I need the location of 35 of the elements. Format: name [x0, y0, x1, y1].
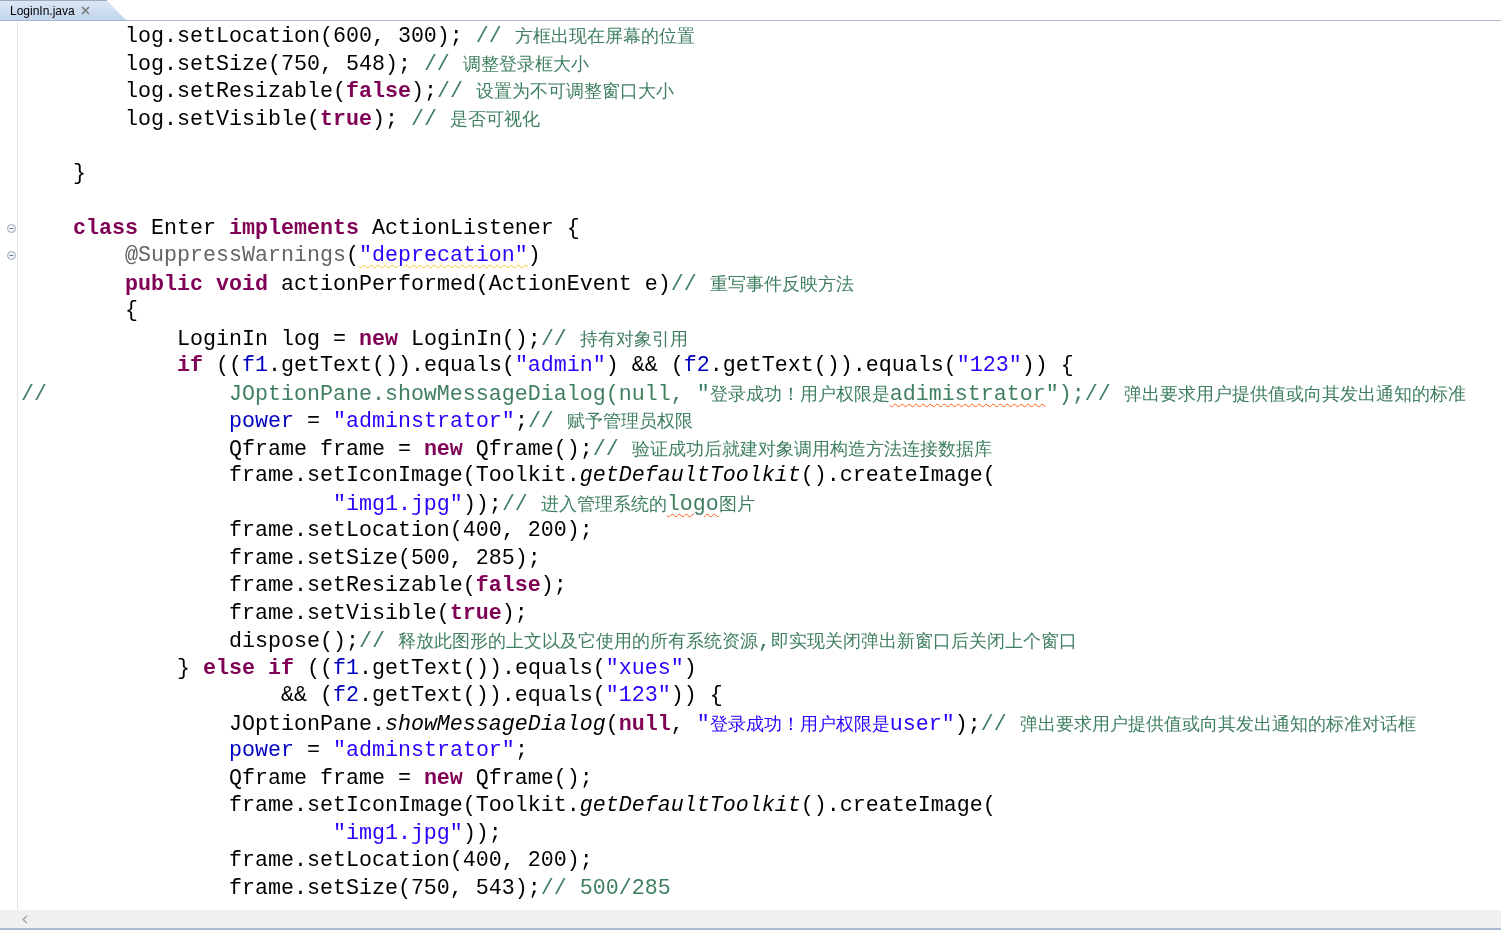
code-line: log.setResizable(false);// 设置为不可调整窗口大小	[123, 78, 674, 105]
code-line: "img1.jpg"));	[331, 819, 502, 847]
code-line: power = "adminstrator";	[227, 737, 528, 765]
code-line: // JOptionPane.showMessageDialog(null, "登录成功！用户权限是adimistrator");// 弹出要求用户提供值或向其发出通知的标准	[21, 380, 1466, 407]
code-line: frame.setLocation(400, 200);	[227, 847, 593, 875]
code-line: public void actionPerformed(ActionEvent e)// 重写事件反映方法	[123, 270, 854, 297]
code-line: frame.setIconImage(Toolkit.getDefaultToolkit().createImage(	[227, 462, 996, 490]
code-line: frame.setVisible(true);	[227, 599, 528, 627]
code-line: frame.setSize(500, 285);	[227, 544, 541, 572]
code-line: frame.setLocation(400, 200);	[227, 517, 593, 545]
code-line: dispose();// 释放此图形的上文以及它使用的所有系统资源,即实现关闭弹出新窗口后关闭上个窗口	[227, 628, 1077, 655]
code-line: JOptionPane.showMessageDialog(null, "登录成功！用户权限是user");// 弹出要求用户提供值或向其发出通知的标准对话框	[227, 710, 1416, 737]
code-line: log.setSize(750, 548); // 调整登录框大小	[123, 50, 589, 77]
code-line: } else if ((f1.getText()).equals("xues")	[175, 654, 697, 682]
editor-tab[interactable]: LoginIn.java	[0, 0, 126, 20]
collapse-icon[interactable]	[7, 223, 16, 233]
code-line: LoginIn log = new LoginIn();// 持有对象引用	[175, 325, 688, 352]
code-line: power = "adminstrator";// 赋予管理员权限	[227, 408, 693, 435]
code-line: frame.setResizable(false);	[227, 572, 567, 600]
code-line: "img1.jpg"));// 进入管理系统的logo图片	[331, 490, 755, 517]
code-line: frame.setIconImage(Toolkit.getDefaultToolkit().createImage(	[227, 792, 996, 820]
horizontal-scrollbar[interactable]	[0, 910, 1501, 930]
code-line: }	[71, 159, 86, 187]
code-line: frame.setSize(750, 543);// 500/285	[227, 874, 671, 902]
code-line: log.setLocation(600, 300); // 方框出现在屏幕的位置	[123, 23, 695, 50]
code-line: @SuppressWarnings("deprecation")	[123, 242, 541, 270]
code-line: class Enter implements ActionListener {	[71, 214, 580, 242]
code-line: Qframe frame = new Qframe();// 验证成功后就建对象调用构造方法连接数据库	[227, 435, 992, 462]
code-line: if ((f1.getText()).equals("admin") && (f2.getText()).equals("123")) {	[175, 352, 1074, 380]
code-line: log.setVisible(true); // 是否可视化	[123, 105, 540, 132]
collapse-icon[interactable]	[7, 251, 16, 261]
code-line: {	[123, 297, 138, 325]
code-line: && (f2.getText()).equals("123")) {	[279, 682, 723, 710]
close-icon[interactable]	[80, 6, 90, 15]
code-line: Qframe frame = new Qframe();	[227, 764, 593, 792]
